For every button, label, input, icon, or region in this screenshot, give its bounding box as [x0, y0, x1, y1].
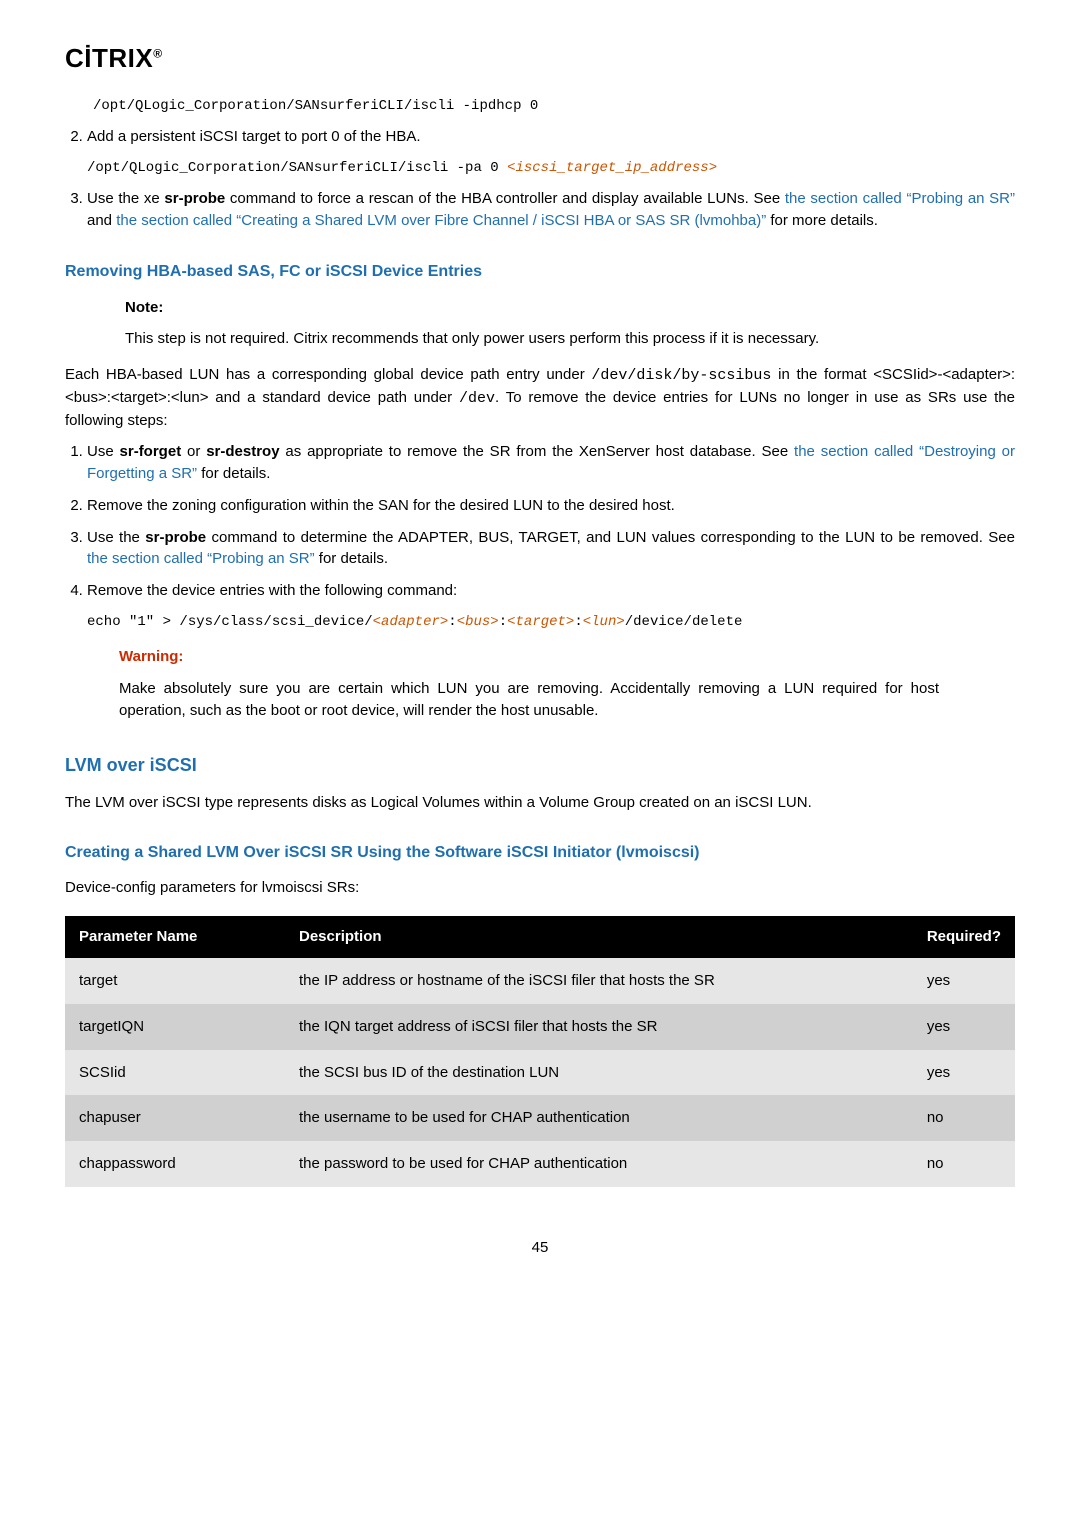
heading-creating-shared-lvm: Creating a Shared LVM Over iSCSI SR Usin…	[65, 841, 1015, 864]
warning-text: Make absolutely sure you are certain whi…	[119, 678, 939, 722]
para-devconfig: Device-config parameters for lvmoiscsi S…	[65, 877, 1015, 899]
remove-step-1: Use sr-forget or sr-destroy as appropria…	[87, 441, 1015, 485]
para-lvm: The LVM over iSCSI type represents disks…	[65, 792, 1015, 814]
warning-label: Warning:	[119, 646, 939, 668]
code-block-ipdhcp: /opt/QLogic_Corporation/SANsurferiCLI/is…	[93, 96, 1015, 116]
note-label: Note:	[125, 297, 945, 319]
warning-block: Warning: Make absolutely sure you are ce…	[119, 646, 939, 721]
note-text: This step is not required. Citrix recomm…	[125, 328, 945, 350]
th-param-name: Parameter Name	[65, 916, 285, 958]
para-each-hba: Each HBA-based LUN has a corresponding g…	[65, 364, 1015, 431]
remove-step-4: Remove the device entries with the follo…	[87, 580, 1015, 721]
link-probing-sr-2[interactable]: the section called “Probing an SR”	[87, 550, 315, 567]
th-description: Description	[285, 916, 913, 958]
step-3: Use the xe sr-probe command to force a r…	[87, 188, 1015, 232]
remove-step-3: Use the sr-probe command to determine th…	[87, 527, 1015, 571]
link-probing-sr[interactable]: the section called “Probing an SR”	[785, 190, 1015, 207]
heading-lvm-over-iscsi: LVM over iSCSI	[65, 752, 1015, 778]
note-block: Note: This step is not required. Citrix …	[125, 297, 945, 351]
citrix-logo: CİTRIX®	[65, 40, 1015, 78]
remove-step-2: Remove the zoning configuration within t…	[87, 495, 1015, 517]
table-row: target the IP address or hostname of the…	[65, 958, 1015, 1004]
parameters-table: Parameter Name Description Required? tar…	[65, 916, 1015, 1187]
table-row: chapuser the username to be used for CHA…	[65, 1095, 1015, 1141]
code-block-echo: echo "1" > /sys/class/scsi_device/<adapt…	[87, 612, 1015, 632]
link-creating-shared-lvm[interactable]: the section called “Creating a Shared LV…	[116, 212, 766, 229]
table-row: chappassword the password to be used for…	[65, 1141, 1015, 1187]
code-block-pa: /opt/QLogic_Corporation/SANsurferiCLI/is…	[87, 158, 1015, 178]
table-row: SCSIid the SCSI bus ID of the destinatio…	[65, 1050, 1015, 1096]
th-required: Required?	[913, 916, 1015, 958]
heading-removing-hba: Removing HBA-based SAS, FC or iSCSI Devi…	[65, 260, 1015, 283]
step-2: Add a persistent iSCSI target to port 0 …	[87, 126, 1015, 178]
table-row: targetIQN the IQN target address of iSCS…	[65, 1004, 1015, 1050]
page-number: 45	[65, 1237, 1015, 1259]
